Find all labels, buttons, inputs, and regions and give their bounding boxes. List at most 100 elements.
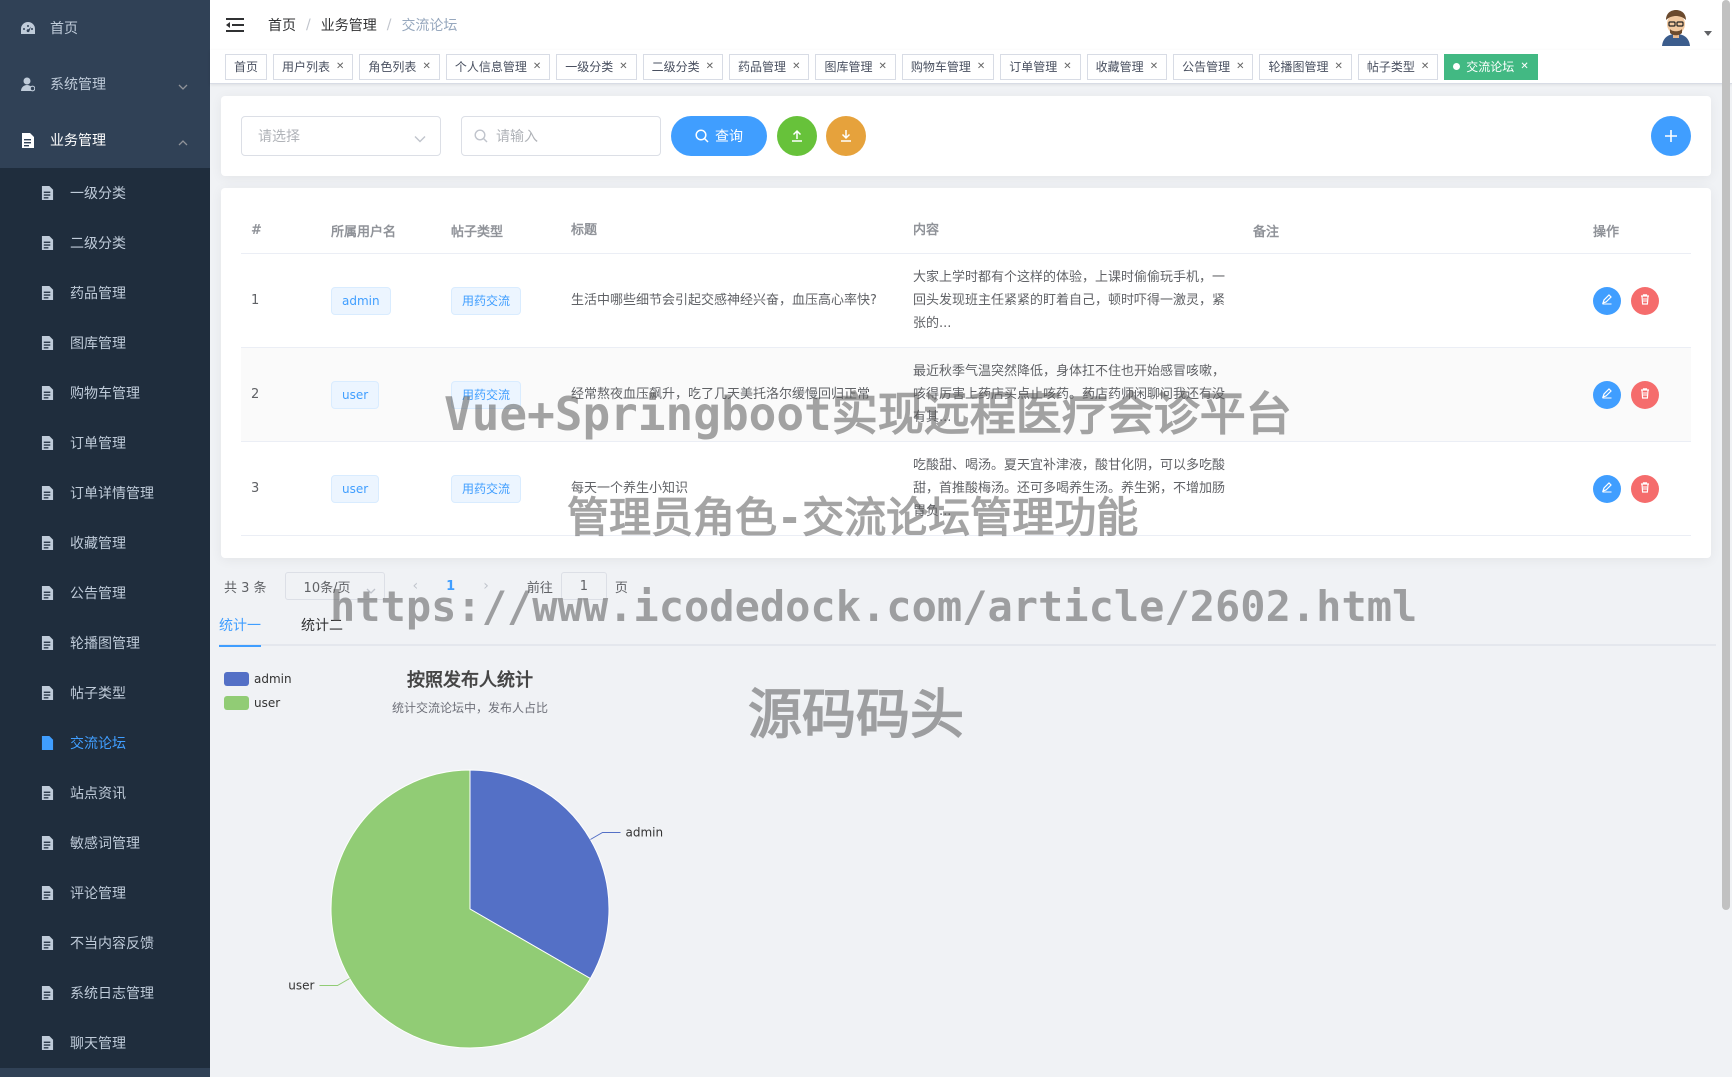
tag-item[interactable]: 收藏管理 ✕ (1086, 53, 1168, 80)
hamburger-icon[interactable] (210, 0, 260, 50)
search-input[interactable]: 请输入 (461, 116, 661, 156)
sidebar-subitem[interactable]: 公告管理 (0, 568, 210, 618)
breadcrumb-home[interactable]: 首页 (268, 15, 296, 35)
sidebar-subitem[interactable]: 站点资讯 (0, 768, 210, 818)
close-icon[interactable]: ✕ (1236, 61, 1244, 72)
legend-swatch[interactable] (224, 696, 249, 710)
scrollbar[interactable] (1722, 0, 1730, 910)
close-icon[interactable]: ✕ (878, 61, 886, 72)
document-icon (40, 1036, 54, 1050)
type-select[interactable]: 请选择 (241, 116, 441, 156)
add-button[interactable] (1651, 116, 1691, 156)
download-button[interactable] (826, 116, 866, 156)
cell-index: 1 (251, 293, 260, 308)
upload-icon (792, 129, 802, 142)
edit-button[interactable] (1593, 474, 1621, 503)
close-icon[interactable]: ✕ (977, 61, 985, 72)
select-placeholder: 请选择 (258, 129, 300, 145)
search-icon (695, 129, 709, 143)
tag-item[interactable]: 二级分类 ✕ (642, 53, 724, 80)
tag-item[interactable]: 订单管理 ✕ (1000, 53, 1081, 80)
sidebar-subitem[interactable]: 不当内容反馈 (0, 918, 210, 968)
goto-input[interactable]: 1 (560, 572, 607, 600)
sidebar-subitem[interactable]: 购物车管理 (0, 368, 210, 418)
tag-item[interactable]: 一级分类 ✕ (556, 53, 637, 80)
tags-view: 首页 用户列表 ✕ 角色列表 ✕ 个人信息管理 ✕ 一级分类 ✕ 二级分类 ✕ 药品管理 ✕ 图库管理 ✕ 购… (210, 50, 1732, 84)
avatar[interactable] (1656, 6, 1696, 46)
sidebar-subitem[interactable]: 收藏管理 (0, 518, 210, 568)
goto-label: 前往 (526, 580, 553, 596)
tab-stats-1[interactable]: 统计一 (219, 605, 261, 647)
query-button[interactable]: 查询 (671, 116, 767, 156)
header-remark: 备注 (1253, 225, 1280, 240)
sidebar-subitem[interactable]: 图库管理 (0, 318, 210, 368)
sidebar-subitem[interactable]: 系统日志管理 (0, 968, 210, 1018)
main-content: 请选择 请输入 查询 # 所属用户名 帖子类型 标题 内容 备注 操作 1 ad… (210, 84, 1716, 1077)
document-icon (40, 636, 54, 650)
sidebar-subitem[interactable]: 药品管理 (0, 268, 210, 318)
document-icon (40, 986, 54, 1000)
tag-item[interactable]: 交流论坛 ✕ (1444, 53, 1538, 80)
sidebar-subitem-label: 系统日志管理 (70, 986, 154, 1002)
close-icon[interactable]: ✕ (1063, 61, 1071, 72)
breadcrumb-business[interactable]: 业务管理 (321, 15, 377, 35)
sidebar-subitem[interactable]: 订单管理 (0, 418, 210, 468)
sidebar-item-system[interactable]: 系统管理 (0, 56, 210, 112)
tag-item[interactable]: 图库管理 ✕ (815, 53, 896, 80)
sidebar-item-home[interactable]: 首页 (0, 0, 210, 56)
tag-label: 首页 (234, 60, 259, 74)
tag-item[interactable]: 药品管理 ✕ (729, 53, 810, 80)
sidebar-subitem[interactable]: 敏感词管理 (0, 818, 210, 868)
tag-item[interactable]: 角色列表 ✕ (359, 53, 440, 80)
cell-title: 生活中哪些细节会引起交感神经兴奋，血压高心率快? (571, 292, 877, 308)
tag-item[interactable]: 个人信息管理 ✕ (445, 53, 551, 80)
page-size-value: 10条/页 (303, 580, 351, 596)
sidebar-subitem-label: 公告管理 (70, 586, 126, 602)
tab-stats-2[interactable]: 统计二 (301, 605, 343, 645)
sidebar-subitem[interactable]: 订单详情管理 (0, 468, 210, 518)
sidebar-subitem[interactable]: 聊天管理 (0, 1018, 210, 1068)
page-size-select[interactable]: 10条/页 (284, 572, 385, 600)
edit-button[interactable] (1593, 286, 1621, 315)
close-icon[interactable]: ✕ (336, 61, 344, 72)
tag-item[interactable]: 公告管理 ✕ (1173, 53, 1254, 80)
delete-button[interactable] (1631, 474, 1659, 503)
sidebar-subitem[interactable]: 一级分类 (0, 168, 210, 218)
sidebar-subitem-label: 评论管理 (70, 886, 126, 902)
tag-item[interactable]: 帖子类型 ✕ (1357, 53, 1439, 80)
close-icon[interactable]: ✕ (619, 61, 627, 72)
close-icon[interactable]: ✕ (792, 61, 800, 72)
tag-item[interactable]: 购物车管理 ✕ (901, 53, 995, 80)
user-menu[interactable] (1656, 6, 1712, 46)
close-icon[interactable]: ✕ (1421, 61, 1429, 72)
header-content: 内容 (913, 223, 940, 238)
edit-button[interactable] (1593, 380, 1621, 409)
navbar: 首页 / 业务管理 / 交流论坛 (210, 0, 1732, 50)
tag-item[interactable]: 用户列表 ✕ (273, 53, 354, 80)
tag-item[interactable]: 首页 (225, 53, 268, 80)
next-page-icon[interactable]: › (483, 578, 489, 594)
sidebar-subitem[interactable]: 二级分类 (0, 218, 210, 268)
tag-item[interactable]: 轮播图管理 ✕ (1259, 53, 1352, 80)
page-number[interactable]: 1 (446, 579, 455, 594)
sidebar-item-business[interactable]: 业务管理 (0, 112, 210, 168)
delete-button[interactable] (1631, 286, 1659, 315)
close-icon[interactable]: ✕ (1335, 61, 1343, 72)
close-icon[interactable]: ✕ (1520, 61, 1528, 72)
legend-swatch[interactable] (224, 672, 249, 686)
header-type: 帖子类型 (451, 225, 504, 240)
sidebar-subitem[interactable]: 帖子类型 (0, 668, 210, 718)
sidebar-subitem[interactable]: 交流论坛 (0, 718, 210, 768)
prev-page-icon[interactable]: ‹ (413, 578, 419, 594)
close-icon[interactable]: ✕ (422, 61, 430, 72)
close-icon[interactable]: ✕ (1150, 61, 1158, 72)
tag-label: 收藏管理 (1095, 60, 1144, 74)
edit-icon (1601, 293, 1613, 309)
sidebar-subitem[interactable]: 评论管理 (0, 868, 210, 918)
sidebar-subitem[interactable]: 轮播图管理 (0, 618, 210, 668)
close-icon[interactable]: ✕ (706, 61, 714, 72)
delete-button[interactable] (1631, 380, 1659, 409)
header-index: # (251, 223, 262, 238)
upload-button[interactable] (777, 116, 817, 156)
close-icon[interactable]: ✕ (533, 61, 541, 72)
